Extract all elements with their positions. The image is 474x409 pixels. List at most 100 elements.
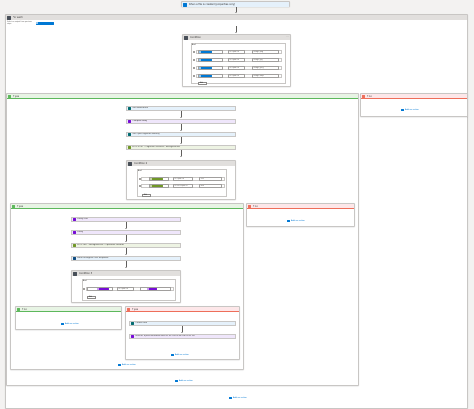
condition-value[interactable]: image.jpg [252,58,279,62]
close-icon [362,94,365,98]
check-icon [8,94,11,98]
add-action-icon [118,364,122,367]
condition3-card: Condition 3 And status is equal to statu… [71,270,181,303]
condition-left-token[interactable]: FileName [199,66,212,70]
loop-icon [7,15,11,20]
add-action-icon [287,220,291,223]
connector-arrow-tip [125,227,127,229]
connector-arrow-tip [180,129,182,131]
push-notification-step[interactable]: Send me a push notification with the fil… [129,334,236,339]
condition-operator[interactable]: is equal to [228,50,245,54]
connector-arrow-tip [180,142,182,144]
condition2-value[interactable]: 202 [199,177,222,181]
add-action-icon [61,323,65,326]
condition2-operator[interactable]: is equal to [173,177,193,181]
inner-if-no-card: If no Add an action [246,203,355,227]
condition3-right-token[interactable]: status [147,287,157,291]
condition-card: Condition ··· And Add FileName is equal t… [182,34,291,87]
condition-icon [73,271,77,276]
condition3-group-label[interactable]: And [83,280,87,282]
condition-operator[interactable]: is equal to [228,66,245,70]
check-icon [17,307,20,311]
variable-icon [127,120,131,123]
condition2-left-token[interactable]: Status code [150,177,163,181]
condition2-value[interactable]: 400 [199,184,222,188]
row-checkbox[interactable] [138,177,141,180]
deep-if-no-card: If no Add an action [15,306,122,330]
check-icon [12,204,15,208]
clock-icon [72,231,76,234]
inner-if-yes-add-action[interactable]: Add an action [118,364,136,367]
sharepoint-icon [130,322,134,325]
for-each-value-token[interactable]: value [36,22,54,25]
row-checkbox[interactable] [193,66,195,69]
schedule-icon [72,218,76,221]
connector-arrow-tip [125,253,127,255]
deep-if-yes-title: If yes [131,307,138,311]
trigger-title: When a file is created (properties only) [188,3,236,6]
row-checkbox[interactable] [193,50,195,53]
condition-left-token[interactable]: FileName [199,58,212,62]
if-yes-add-action[interactable]: Add an action [175,380,193,383]
row-checkbox[interactable] [83,287,85,290]
add-action-icon [401,109,405,112]
connector-arrow-tip [235,12,237,13]
deep-if-yes-card: If yes Create item Send me a push notifi… [125,306,240,360]
if-yes-title: If yes [12,94,19,98]
connector-arrow-tip [125,240,127,242]
condition2-add-button[interactable]: Add [142,194,151,197]
connector-arrow-tip [125,266,127,268]
condition3-add-button[interactable]: Add [87,296,96,299]
condition-operator[interactable]: is equal to [228,74,245,78]
notification-icon [130,335,134,338]
condition-add-button[interactable]: Add [198,82,207,85]
row-checkbox[interactable] [138,184,141,187]
condition3-left-token[interactable]: status [97,287,109,291]
condition-left-token[interactable]: FileName [199,50,212,54]
condition2-title: Condition 2 [133,162,148,165]
connector-arrow-tip [181,331,183,333]
deep-if-no-title: If no [21,307,27,311]
json-icon [72,257,76,260]
condition2-operator[interactable]: is not equal to [173,184,193,188]
condition2-group-label[interactable]: And [138,170,142,172]
condition-icon [184,35,188,40]
condition-value[interactable]: image.jpeg [252,66,279,70]
close-icon [248,204,251,208]
close-icon [127,307,130,311]
sharepoint-icon [127,133,131,136]
row-checkbox[interactable] [193,74,195,77]
http-icon [127,146,131,149]
if-no-title: If no [366,94,372,98]
condition-title: Condition [189,36,201,39]
connector-arrow-tip [180,116,182,118]
condition3-operator[interactable]: is equal to [117,287,134,291]
condition-value[interactable]: image.png [252,50,279,54]
condition2-left-token[interactable]: Status code [150,184,163,188]
deep-if-yes-add-action[interactable]: Add an action [171,354,189,357]
for-each-select-label: Select an output from previous steps [7,22,32,25]
inner-if-no-add-action[interactable]: Add an action [287,220,305,223]
add-action-icon [229,397,233,400]
condition2-card: Condition 2 And Add Status code is equal … [126,160,236,200]
condition-value[interactable]: image.bmp [252,74,279,78]
sharepoint-icon [127,107,131,110]
more-options-icon[interactable]: ··· [286,35,289,38]
for-each-add-action[interactable]: Add an action [229,397,247,400]
row-checkbox[interactable] [193,58,195,61]
condition-left-token[interactable]: FileName [199,74,212,78]
if-no-card: If no Add an action [360,93,468,117]
inner-if-no-title: If no [252,204,258,208]
condition-icon [128,161,132,166]
condition3-title: Condition 3 [78,272,93,275]
condition-operator[interactable]: is equal to [228,58,245,62]
add-action-icon [175,380,179,383]
add-action-icon [171,354,175,357]
deep-if-no-add-action[interactable]: Add an action [61,323,79,326]
condition-group-label[interactable]: And [192,44,196,46]
connector-arrow-tip [180,155,182,157]
inner-if-yes-title: If yes [16,204,23,208]
if-no-add-action[interactable]: Add an action [401,109,419,112]
sharepoint-icon [183,2,187,7]
for-each-title: For each [12,16,23,19]
